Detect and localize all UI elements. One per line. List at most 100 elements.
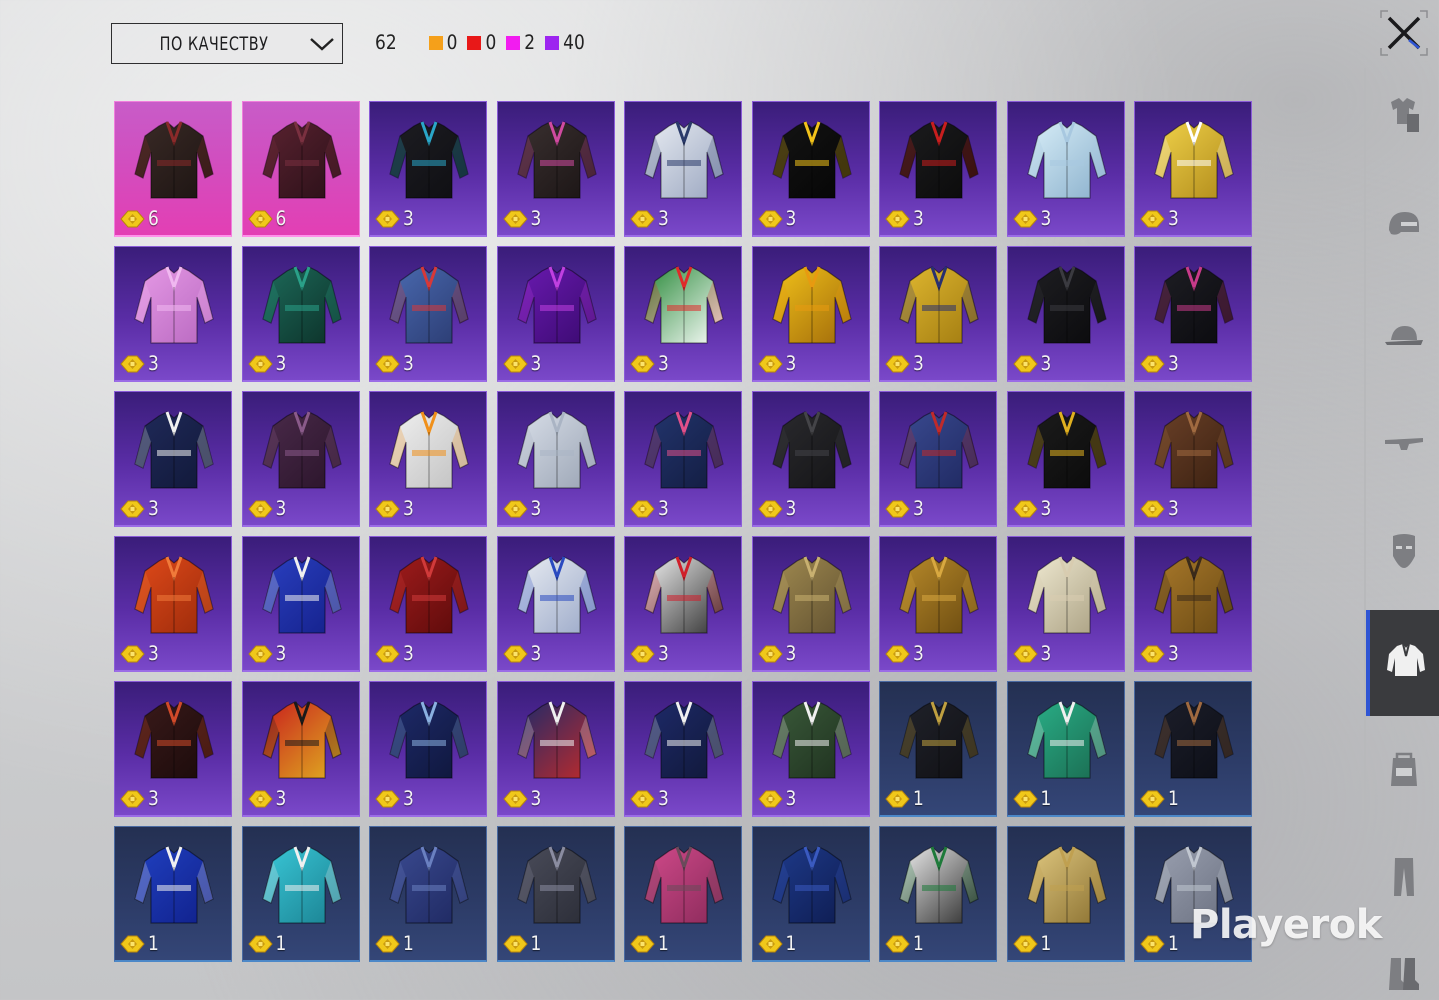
coin-icon <box>1139 933 1166 955</box>
item-card[interactable]: 3 <box>369 681 487 817</box>
item-cost: 3 <box>374 353 414 376</box>
item-card[interactable]: 3 <box>241 536 360 672</box>
item-card[interactable]: 3 <box>114 681 232 817</box>
green-hoodie-icon <box>257 257 347 357</box>
item-card[interactable]: 1 <box>114 826 232 962</box>
item-card[interactable]: 3 <box>114 246 232 382</box>
sports-bra-icon <box>767 402 857 502</box>
item-card[interactable]: 1 <box>369 826 487 962</box>
item-card[interactable]: 3 <box>496 391 615 527</box>
rare-swatch <box>545 36 560 50</box>
sidebar-tab-cap[interactable] <box>1366 306 1439 376</box>
item-cost-value: 3 <box>913 497 924 521</box>
item-card[interactable]: 3 <box>241 246 360 382</box>
boots-icon <box>1382 954 1426 1000</box>
sidebar-tab-backpack[interactable] <box>1366 738 1439 808</box>
item-card[interactable]: 3 <box>496 246 615 382</box>
sidebar-tab-outfit[interactable] <box>1366 82 1439 152</box>
item-card[interactable]: 3 <box>496 536 615 672</box>
item-card[interactable]: 3 <box>369 101 487 237</box>
item-card[interactable]: 3 <box>1006 536 1125 672</box>
item-card[interactable]: 6 <box>241 101 360 237</box>
item-card[interactable]: 3 <box>1134 391 1252 527</box>
tactical-vest-icon <box>512 112 602 212</box>
item-card[interactable]: 1 <box>624 826 742 962</box>
item-cost-value: 3 <box>913 642 924 666</box>
lab-coat-icon <box>512 402 602 502</box>
item-cost-value: 3 <box>1168 497 1179 521</box>
coin-icon <box>1012 788 1039 810</box>
item-cost: 3 <box>629 788 669 811</box>
item-card[interactable]: 3 <box>1006 246 1125 382</box>
sidebar-tab-mask[interactable] <box>1366 518 1439 588</box>
item-card[interactable]: 1 <box>496 826 615 962</box>
sidebar-tab-boots[interactable] <box>1366 942 1439 1000</box>
item-card[interactable]: 3 <box>1006 101 1125 237</box>
coin-icon <box>247 353 274 375</box>
item-card[interactable]: 1 <box>241 826 360 962</box>
item-cost-value: 1 <box>1168 787 1179 811</box>
white-longsleeve-icon <box>384 402 474 502</box>
item-cost-value: 3 <box>913 207 924 231</box>
sort-dropdown[interactable]: ПО КАЧЕСТВУ <box>111 23 343 64</box>
item-card[interactable]: 1 <box>1134 681 1252 817</box>
item-cost: 1 <box>1012 787 1052 811</box>
item-card[interactable]: 3 <box>751 681 870 817</box>
jacket-icon <box>1384 640 1428 687</box>
item-card[interactable]: 3 <box>496 681 615 817</box>
coin-icon <box>374 498 401 520</box>
item-card[interactable]: 3 <box>624 246 742 382</box>
coin-icon <box>629 788 656 810</box>
item-card[interactable]: 1 <box>1006 681 1125 817</box>
item-cost-value: 3 <box>1040 642 1052 666</box>
yellow-jacket-icon <box>1149 112 1239 212</box>
item-card[interactable]: 3 <box>879 101 997 237</box>
item-card[interactable]: 6 <box>114 101 232 237</box>
item-card[interactable]: 3 <box>114 391 232 527</box>
sidebar-tab-helmet[interactable] <box>1366 194 1439 264</box>
item-card[interactable]: 1 <box>879 681 997 817</box>
item-card[interactable]: 3 <box>624 681 742 817</box>
item-card[interactable]: 3 <box>624 536 742 672</box>
item-card[interactable]: 3 <box>241 681 360 817</box>
item-card[interactable]: 3 <box>1134 246 1252 382</box>
sidebar-tab-jacket[interactable] <box>1366 610 1439 716</box>
yellow-racer-jacket-icon <box>894 257 984 357</box>
item-card[interactable]: 3 <box>751 536 870 672</box>
item-card[interactable]: 3 <box>751 101 870 237</box>
item-card[interactable]: 3 <box>1006 391 1125 527</box>
item-card[interactable]: 3 <box>114 536 232 672</box>
item-cost: 3 <box>629 353 669 376</box>
item-cost-value: 1 <box>530 932 542 956</box>
item-cost: 3 <box>119 643 159 666</box>
item-card[interactable]: 3 <box>879 246 997 382</box>
item-card[interactable]: 3 <box>751 246 870 382</box>
floral-shirt-icon <box>129 692 219 792</box>
item-cost: 3 <box>247 788 286 811</box>
close-icon <box>1380 10 1428 56</box>
item-card[interactable]: 3 <box>751 391 870 527</box>
item-cost: 1 <box>502 932 542 956</box>
item-card[interactable]: 3 <box>241 391 360 527</box>
item-card[interactable]: 3 <box>496 101 615 237</box>
item-cost-value: 1 <box>1040 787 1052 811</box>
suit-jacket-icon <box>129 402 219 502</box>
item-card[interactable]: 3 <box>879 536 997 672</box>
coin-icon <box>119 788 146 810</box>
item-card[interactable]: 3 <box>1134 101 1252 237</box>
item-cost: 3 <box>629 498 669 521</box>
item-card[interactable]: 3 <box>1134 536 1252 672</box>
item-card[interactable]: 3 <box>624 101 742 237</box>
sidebar-tab-glasses[interactable] <box>1366 414 1439 484</box>
item-card[interactable]: 3 <box>369 246 487 382</box>
item-card[interactable]: 3 <box>369 536 487 672</box>
item-card[interactable]: 3 <box>624 391 742 527</box>
item-card[interactable]: 1 <box>751 826 870 962</box>
close-button[interactable] <box>1378 8 1430 58</box>
item-cost: 3 <box>247 353 286 376</box>
item-card[interactable]: 3 <box>879 391 997 527</box>
item-cost-value: 3 <box>1168 642 1179 666</box>
item-card[interactable]: 1 <box>879 826 997 962</box>
item-card[interactable]: 3 <box>369 391 487 527</box>
item-card[interactable]: 1 <box>1006 826 1125 962</box>
